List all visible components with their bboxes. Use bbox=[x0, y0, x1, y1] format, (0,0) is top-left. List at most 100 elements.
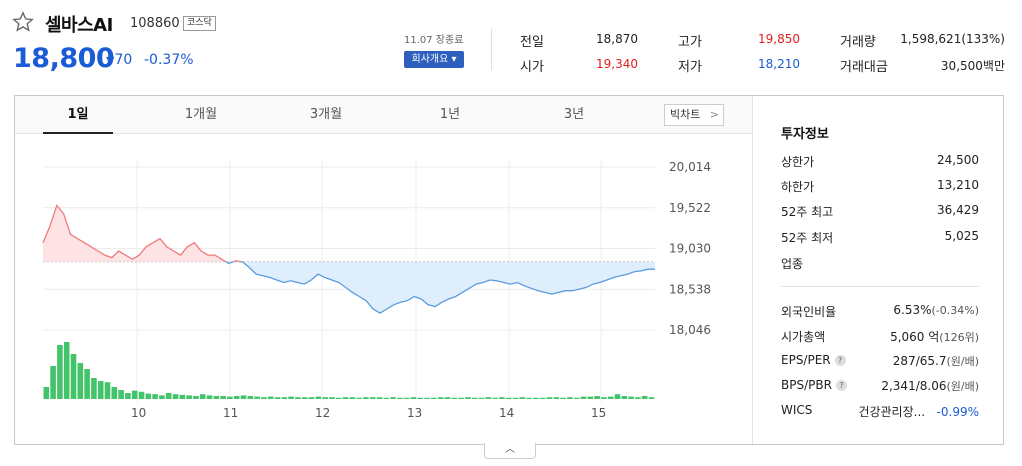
volume-bar bbox=[451, 397, 458, 399]
upper-limit-row: 상한가 24,500 bbox=[781, 153, 979, 169]
wics-label: WICS bbox=[781, 403, 813, 417]
volume-bar bbox=[519, 397, 526, 399]
volume-bar bbox=[444, 397, 451, 399]
volume-bar bbox=[539, 397, 546, 399]
volume-bar bbox=[587, 396, 594, 399]
x-tick-label: 15 bbox=[591, 406, 606, 420]
tab-3year[interactable]: 3년 bbox=[539, 96, 609, 134]
tab-1day[interactable]: 1일 bbox=[43, 96, 113, 134]
volume-bar bbox=[648, 397, 655, 399]
volume-bar bbox=[424, 397, 430, 399]
volume-bar bbox=[213, 396, 220, 399]
help-icon[interactable]: ? bbox=[834, 355, 846, 366]
volume-bar bbox=[70, 354, 77, 399]
chart-panel: 1일 1개월 3개월 1년 3년 빅차트 > 20,014 19,522 19,030… bbox=[14, 95, 1004, 445]
prev-close-value: 18,870 bbox=[596, 32, 638, 46]
y-tick-label: 20,014 bbox=[669, 160, 711, 174]
bps-pbr-label: BPS/PBR? bbox=[781, 378, 847, 392]
volume-bar bbox=[77, 363, 84, 399]
volume-bar bbox=[254, 396, 260, 399]
volume-label: 거래량 bbox=[840, 35, 876, 50]
market-cap-value: 5,060 억(126위) bbox=[890, 328, 979, 345]
volume-bar bbox=[227, 396, 233, 399]
foreign-ratio-pct: 6.53% bbox=[893, 303, 932, 317]
favorite-star-icon[interactable] bbox=[12, 11, 34, 33]
volume-bar bbox=[390, 397, 396, 399]
volume-bar bbox=[553, 397, 560, 399]
eps-per-value: 287/65.7(원/배) bbox=[893, 353, 979, 369]
volume-bar bbox=[458, 397, 464, 399]
foreign-ratio-row: 외국인비율 6.53%(-0.34%) bbox=[781, 303, 979, 319]
volume-bar bbox=[485, 397, 492, 399]
volume-bar bbox=[533, 397, 539, 399]
volume-bar bbox=[50, 366, 56, 399]
big-chart-button[interactable]: 빅차트 > bbox=[664, 104, 724, 126]
price-change-pct: -0.37% bbox=[144, 52, 194, 68]
volume-bar bbox=[499, 397, 505, 399]
w52-low-row: 52주 최저 5,025 bbox=[781, 229, 979, 245]
company-overview-button[interactable]: 회사개요 ▾ bbox=[404, 51, 464, 68]
eps-per-row: EPS/PER? 287/65.7(원/배) bbox=[781, 353, 979, 369]
volume-bar bbox=[628, 396, 634, 399]
volume-bar bbox=[594, 396, 600, 399]
help-icon[interactable]: ? bbox=[835, 380, 847, 391]
low-value: 18,210 bbox=[758, 57, 800, 71]
bps-pbr-unit: (원/배) bbox=[946, 380, 979, 393]
chevron-right-icon: > bbox=[709, 108, 719, 121]
w52-high-value: 36,429 bbox=[937, 203, 979, 217]
volume-bar bbox=[206, 395, 213, 399]
tab-1month[interactable]: 1개월 bbox=[166, 96, 236, 134]
volume-bar bbox=[301, 397, 308, 399]
x-tick-label: 13 bbox=[407, 406, 422, 420]
volume-bar bbox=[274, 397, 281, 399]
volume-bar bbox=[240, 395, 247, 399]
volume-bar bbox=[621, 396, 628, 399]
price-chart[interactable]: 20,014 19,522 19,030 18,538 18,046 10 11 12 13 14… bbox=[15, 134, 752, 444]
tab-3month[interactable]: 3개월 bbox=[291, 96, 361, 134]
investment-info-panel: 투자정보 상한가 24,500 하한가 13,210 52주 최고 36,429… bbox=[753, 96, 1003, 444]
collapse-button[interactable]: ︿ bbox=[484, 443, 536, 459]
sector-row: 업종 bbox=[781, 255, 979, 271]
bps-pbr-label-text: BPS/PBR bbox=[781, 378, 832, 392]
volume-bar bbox=[376, 397, 383, 399]
x-tick-label: 12 bbox=[315, 406, 330, 420]
volume-bar bbox=[526, 397, 532, 399]
volume-bar bbox=[363, 397, 369, 399]
volume-bar bbox=[97, 381, 104, 399]
market-status: 11.07 장종료 bbox=[404, 35, 464, 46]
market-badge: 코스닥 bbox=[183, 16, 216, 31]
market-cap-rank: (126위) bbox=[939, 331, 979, 344]
wics-sector-link[interactable]: 건강관리장... bbox=[858, 405, 925, 419]
volume-bar bbox=[138, 391, 145, 399]
low-label: 저가 bbox=[678, 60, 702, 75]
lower-limit-row: 하한가 13,210 bbox=[781, 178, 979, 194]
volume-bar bbox=[410, 397, 417, 399]
volume-bar bbox=[104, 382, 111, 399]
amount-label: 거래대금 bbox=[840, 60, 888, 75]
volume-bar bbox=[261, 397, 267, 399]
volume-bar bbox=[335, 397, 342, 399]
volume-bar bbox=[641, 396, 648, 399]
w52-high-row: 52주 최고 36,429 bbox=[781, 203, 979, 219]
foreign-ratio-change: (-0.34%) bbox=[931, 304, 980, 317]
volume-bar bbox=[437, 397, 444, 399]
eps-per-label-text: EPS/PER bbox=[781, 353, 831, 367]
volume-bar bbox=[295, 397, 301, 399]
volume-bar bbox=[172, 394, 179, 399]
high-value: 19,850 bbox=[758, 32, 800, 46]
chevron-up-icon: ︿ bbox=[505, 444, 515, 455]
x-tick-label: 10 bbox=[131, 406, 146, 420]
y-tick-label: 19,522 bbox=[669, 201, 711, 215]
tab-1year[interactable]: 1년 bbox=[415, 96, 485, 134]
volume-bar bbox=[329, 397, 335, 399]
volume-bar bbox=[431, 397, 437, 399]
foreign-ratio-label: 외국인비율 bbox=[781, 305, 837, 319]
x-tick-label: 14 bbox=[499, 406, 514, 420]
volume-bar bbox=[233, 396, 240, 399]
lower-limit-label: 하한가 bbox=[781, 180, 815, 194]
volume-bar bbox=[179, 394, 186, 399]
volume-bar bbox=[369, 397, 376, 399]
volume-value: 1,598,621(133%) bbox=[900, 32, 1005, 46]
volume-bar bbox=[315, 396, 322, 399]
price-change-value: 70 bbox=[114, 52, 133, 68]
